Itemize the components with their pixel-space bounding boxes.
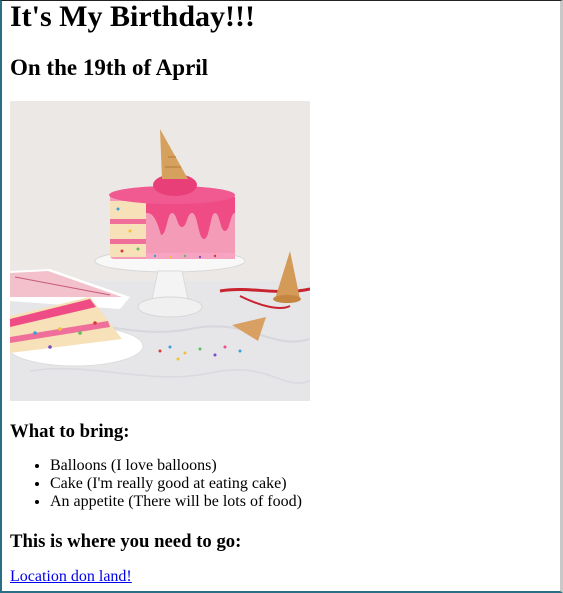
browser-viewport: It's My Birthday!!! On the 19th of April (0, 0, 563, 593)
date-heading: On the 19th of April (10, 55, 209, 80)
where-heading: This is where you need to go: (10, 531, 242, 552)
bring-heading: What to bring: (10, 421, 130, 442)
page-title: It's My Birthday!!! (10, 0, 255, 33)
cake-image (10, 101, 310, 401)
location-link[interactable]: Location don land! (10, 568, 132, 586)
list-item: Balloons (I love balloons) (50, 457, 560, 475)
list-item: Cake (I'm really good at eating cake) (50, 475, 560, 493)
page-content: It's My Birthday!!! On the 19th of April (10, 1, 560, 591)
bring-list: Balloons (I love balloons) Cake (I'm rea… (10, 457, 560, 511)
list-item: An appetite (There will be lots of food) (50, 493, 560, 511)
